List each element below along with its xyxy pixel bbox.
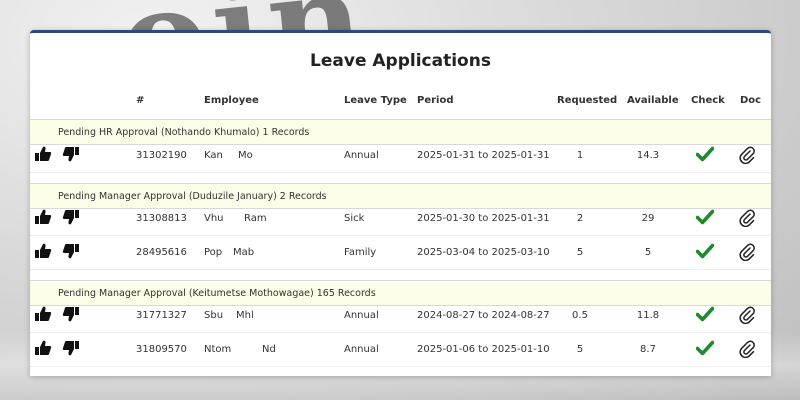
employee-number: 31302190 (136, 150, 187, 161)
employee-first-name: Ntom (204, 344, 232, 355)
col-header-available: Available (627, 95, 679, 106)
requested-days: 5 (576, 247, 584, 258)
leave-period: 2025-01-31 to 2025-01-31 (417, 150, 550, 161)
employee-last-name: Mhl (236, 310, 254, 321)
available-days: 14.3 (636, 150, 660, 161)
thumbs-down-icon[interactable] (62, 340, 80, 360)
checkmark-icon[interactable] (695, 146, 715, 166)
leave-period: 2024-08-27 to 2024-08-27 (417, 310, 550, 321)
available-days: 5 (644, 247, 652, 258)
paperclip-icon[interactable] (739, 243, 755, 265)
employee-last-name: Nd (262, 344, 276, 355)
employee-number: 31308813 (136, 213, 187, 224)
row-divider (30, 172, 771, 173)
thumbs-up-icon[interactable] (34, 306, 52, 326)
available-days: 8.7 (640, 344, 656, 355)
employee-first-name: Pop (204, 247, 223, 258)
employee-first-name: Sbu (204, 310, 224, 321)
paperclip-icon[interactable] (739, 340, 755, 362)
checkmark-icon[interactable] (695, 306, 715, 326)
leave-period: 2025-03-04 to 2025-03-10 (417, 247, 550, 258)
row-divider (30, 332, 771, 333)
employee-number: 31809570 (136, 344, 187, 355)
group-header[interactable]: Pending Manager Approval (Keitumetse Mot… (30, 280, 771, 306)
requested-days: 1 (576, 150, 584, 161)
paperclip-icon[interactable] (739, 209, 755, 231)
paperclip-icon[interactable] (739, 306, 755, 328)
leave-type: Family (344, 247, 377, 258)
employee-number: 28495616 (136, 247, 187, 258)
requested-days: 5 (576, 344, 584, 355)
requested-days: 2 (576, 213, 584, 224)
checkmark-icon[interactable] (695, 209, 715, 229)
leave-type: Annual (344, 344, 379, 355)
group-header[interactable]: Pending HR Approval (Nothando Khumalo) 1… (30, 119, 771, 145)
employee-last-name: Mab (233, 247, 255, 258)
employee-number: 31771327 (136, 310, 187, 321)
paperclip-icon[interactable] (739, 146, 755, 168)
checkmark-icon[interactable] (695, 340, 715, 360)
thumbs-down-icon[interactable] (62, 146, 80, 166)
thumbs-down-icon[interactable] (62, 243, 80, 263)
thumbs-up-icon[interactable] (34, 340, 52, 360)
employee-last-name: Ram (244, 213, 267, 224)
col-header-check: Check (691, 95, 725, 106)
row-divider (30, 235, 771, 236)
col-header-leave-type: Leave Type (344, 95, 407, 106)
page-title: Leave Applications (310, 51, 491, 71)
checkmark-icon[interactable] (695, 243, 715, 263)
leave-applications-panel: Leave Applications # Employee Leave Type… (30, 30, 771, 376)
col-header-employee: Employee (204, 95, 259, 106)
leave-type: Annual (344, 310, 379, 321)
thumbs-down-icon[interactable] (62, 209, 80, 229)
col-header-number: # (136, 95, 145, 106)
row-divider (30, 269, 771, 270)
leave-period: 2025-01-06 to 2025-01-10 (417, 344, 550, 355)
employee-first-name: Kan (204, 150, 223, 161)
available-days: 11.8 (636, 310, 660, 321)
available-days: 29 (641, 213, 655, 224)
leave-type: Sick (344, 213, 365, 224)
group-header[interactable]: Pending Manager Approval (Duduzile Janua… (30, 183, 771, 209)
leave-type: Annual (344, 150, 379, 161)
col-header-doc: Doc (740, 95, 762, 106)
thumbs-up-icon[interactable] (34, 243, 52, 263)
thumbs-down-icon[interactable] (62, 306, 80, 326)
employee-first-name: Vhu (204, 213, 224, 224)
thumbs-up-icon[interactable] (34, 209, 52, 229)
employee-last-name: Mo (238, 150, 253, 161)
row-divider (30, 366, 771, 367)
col-header-requested: Requested (557, 95, 618, 106)
leave-period: 2025-01-30 to 2025-01-31 (417, 213, 550, 224)
requested-days: 0.5 (572, 310, 588, 321)
thumbs-up-icon[interactable] (34, 146, 52, 166)
col-header-period: Period (417, 95, 454, 106)
